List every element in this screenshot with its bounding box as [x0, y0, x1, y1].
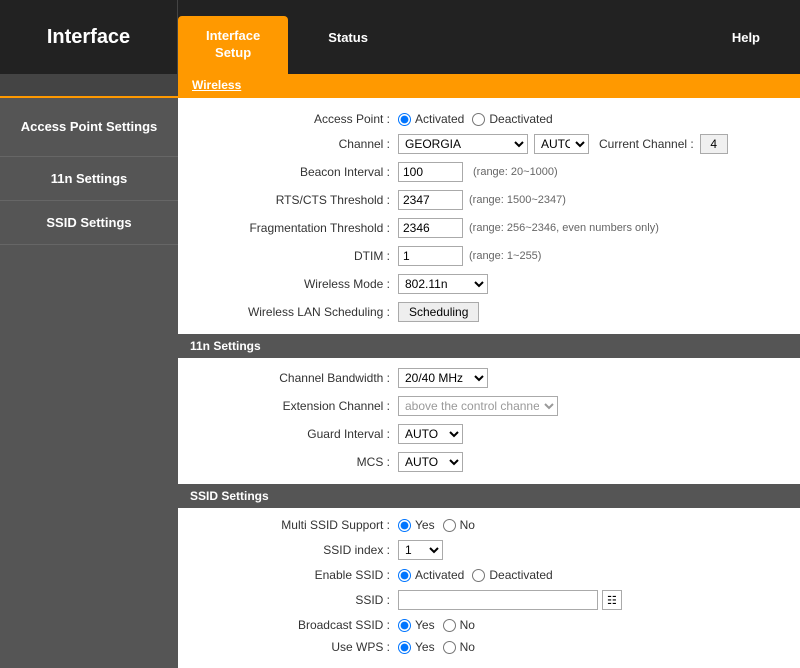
frag-input[interactable] — [398, 218, 463, 238]
dtim-hint: (range: 1~255) — [469, 250, 541, 262]
scheduling-button[interactable]: Scheduling — [398, 302, 479, 322]
beacon-interval-input[interactable] — [398, 162, 463, 182]
ssid-index-select[interactable]: 1 — [398, 540, 443, 560]
label-access-point: Access Point : — [188, 112, 398, 126]
label-ch-bw: Channel Bandwidth : — [188, 371, 398, 385]
label-rts: RTS/CTS Threshold : — [188, 193, 398, 207]
label-wireless-mode: Wireless Mode : — [188, 277, 398, 291]
current-channel-value — [700, 134, 728, 154]
wireless-mode-select[interactable]: 802.11n — [398, 274, 488, 294]
radio-ssid-activated[interactable]: Activated — [398, 568, 464, 582]
label-ssid-index: SSID index : — [188, 543, 398, 557]
radio-ssid-deactivated[interactable]: Deactivated — [472, 568, 552, 582]
dtim-input[interactable] — [398, 246, 463, 266]
label-enable-ssid: Enable SSID : — [188, 568, 398, 582]
radio-wps-no[interactable]: No — [443, 640, 475, 654]
label-mcs: MCS : — [188, 455, 398, 469]
label-ssid: SSID : — [188, 593, 398, 607]
rts-input[interactable] — [398, 190, 463, 210]
tab-help[interactable]: Help — [692, 18, 800, 57]
channel-bandwidth-select[interactable]: 20/40 MHz — [398, 368, 488, 388]
radio-multi-yes[interactable]: Yes — [398, 518, 435, 532]
section-11n: Channel Bandwidth : 20/40 MHz Extension … — [188, 364, 790, 476]
beacon-hint: (range: 20~1000) — [473, 166, 558, 178]
radio-multi-no[interactable]: No — [443, 518, 475, 532]
label-beacon: Beacon Interval : — [188, 165, 398, 179]
label-multi-ssid: Multi SSID Support : — [188, 518, 398, 532]
label-use-wps: Use WPS : — [188, 640, 398, 654]
label-wireless-lan: Wireless LAN Scheduling : — [188, 305, 398, 319]
guard-interval-select[interactable]: AUTO — [398, 424, 463, 444]
channel-auto-select[interactable]: AUTO — [534, 134, 589, 154]
ssid-copy-btn[interactable]: ☷ — [602, 590, 622, 610]
section-11n-header: 11n Settings — [178, 334, 800, 358]
label-dtim: DTIM : — [188, 249, 398, 263]
radio-broadcast-no[interactable]: No — [443, 618, 475, 632]
label-guard: Guard Interval : — [188, 427, 398, 441]
section-access-point: Access Point : Activated Deactivated Cha… — [188, 108, 790, 326]
radio-deactivated[interactable]: Deactivated — [472, 112, 552, 126]
tab-interface-setup[interactable]: InterfaceSetup — [178, 16, 288, 74]
sidebar-access-point-settings: Access Point Settings — [0, 98, 178, 157]
rts-hint: (range: 1500~2347) — [469, 194, 566, 206]
section-ssid: Multi SSID Support : Yes No SSID index : — [188, 514, 790, 658]
ssid-input[interactable] — [398, 590, 598, 610]
mcs-select[interactable]: AUTO — [398, 452, 463, 472]
tab-status[interactable]: Status — [288, 18, 408, 57]
radio-activated[interactable]: Activated — [398, 112, 464, 126]
current-channel-label: Current Channel : — [599, 137, 694, 151]
radio-broadcast-yes[interactable]: Yes — [398, 618, 435, 632]
frag-hint: (range: 256~2346, even numbers only) — [469, 222, 659, 234]
sidebar-ssid-settings: SSID Settings — [0, 201, 178, 245]
channel-select[interactable]: GEORGIA — [398, 134, 528, 154]
subnav-wireless[interactable]: Wireless — [188, 76, 245, 94]
label-broadcast-ssid: Broadcast SSID : — [188, 618, 398, 632]
extension-channel-select[interactable]: above the control channel — [398, 396, 558, 416]
brand: Interface — [0, 0, 178, 74]
section-ssid-header: SSID Settings — [178, 484, 800, 508]
label-channel: Channel : — [188, 137, 398, 151]
label-frag: Fragmentation Threshold : — [188, 221, 398, 235]
label-ext-ch: Extension Channel : — [188, 399, 398, 413]
radio-wps-yes[interactable]: Yes — [398, 640, 435, 654]
sidebar-11n-settings: 11n Settings — [0, 157, 178, 201]
